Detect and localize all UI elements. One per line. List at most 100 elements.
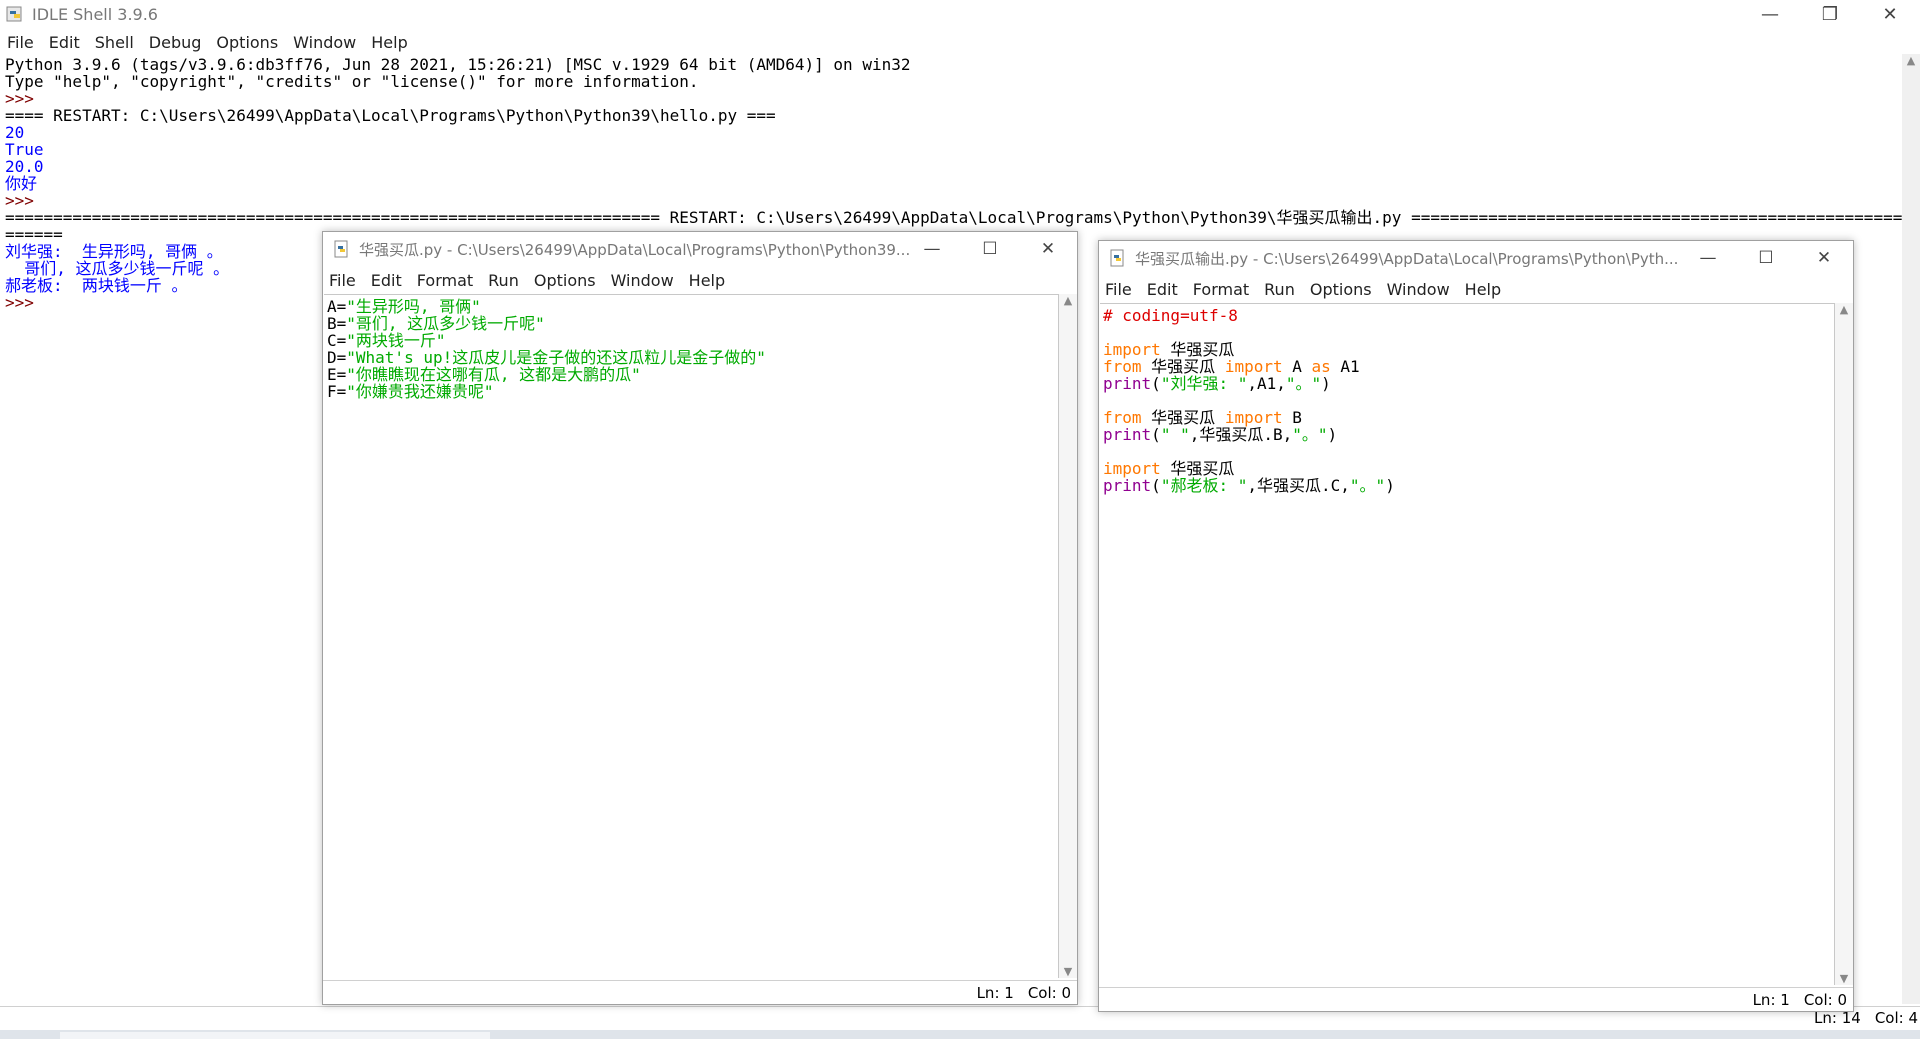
- editor2-statusbar: Ln: 1 Col: 0: [1099, 987, 1853, 1011]
- minimize-icon: —: [1699, 248, 1717, 268]
- editor-window-huaqiang[interactable]: 华强买瓜.py - C:\Users\26499\AppData\Local\P…: [322, 231, 1078, 1005]
- editor2-titlebar[interactable]: 华强买瓜输出.py - C:\Users\26499\AppData\Local…: [1099, 241, 1853, 275]
- code-line: import 华强买瓜: [1103, 460, 1395, 477]
- editor1-menu-run[interactable]: Run: [488, 271, 519, 290]
- taskbar-item[interactable]: [60, 1032, 490, 1039]
- shell-menu-options[interactable]: Options: [216, 33, 278, 52]
- code-token: ,华强买瓜.C,: [1247, 476, 1350, 495]
- code-token: "郝老板: ": [1160, 476, 1248, 495]
- code-line: from 华强买瓜 import B: [1103, 409, 1395, 426]
- code-token: "你嫌贵我还嫌贵呢": [346, 382, 494, 401]
- shell-line: Type "help", "copyright", "credits" or "…: [5, 72, 699, 91]
- code-token: ,A1,: [1247, 374, 1286, 393]
- editor1-menu-edit[interactable]: Edit: [371, 271, 402, 290]
- minimize-button[interactable]: —: [1740, 0, 1800, 28]
- shell-menu-window[interactable]: Window: [293, 33, 356, 52]
- close-icon: ✕: [1816, 248, 1832, 268]
- scroll-up-icon[interactable]: ▲: [1902, 54, 1920, 67]
- code-token: ): [1327, 425, 1338, 444]
- shell-menu-help[interactable]: Help: [371, 33, 407, 52]
- editor2-menu-window[interactable]: Window: [1387, 280, 1450, 299]
- code-line: import 华强买瓜: [1103, 341, 1395, 358]
- code-line: from 华强买瓜 import A as A1: [1103, 358, 1395, 375]
- editor2-menu-run[interactable]: Run: [1264, 280, 1295, 299]
- editor1-statusbar: Ln: 1 Col: 0: [323, 980, 1077, 1004]
- shell-menu-debug[interactable]: Debug: [149, 33, 202, 52]
- shell-scrollbar[interactable]: ▲: [1902, 54, 1920, 1004]
- editor2-menubar: File Edit Format Run Options Window Help: [1105, 277, 1516, 301]
- editor1-code[interactable]: A="生异形吗, 哥俩" B="哥们, 这瓜多少钱一斤呢" C="两块钱一斤" D="…: [327, 298, 766, 400]
- shell-menubar: File Edit Shell Debug Options Window Help: [7, 30, 423, 54]
- shell-line: 20.0: [5, 157, 44, 176]
- close-icon: ✕: [1040, 239, 1056, 259]
- editor1-menu-file[interactable]: File: [329, 271, 356, 290]
- code-line: F="你嫌贵我还嫌贵呢": [327, 383, 766, 400]
- restore-icon: ❐: [1821, 3, 1839, 25]
- editor2-maximize-button[interactable]: ☐: [1737, 241, 1795, 275]
- scroll-up-icon[interactable]: ▲: [1059, 294, 1077, 307]
- shell-title-text: IDLE Shell 3.9.6: [32, 4, 158, 24]
- editor2-menu-file[interactable]: File: [1105, 280, 1132, 299]
- editor1-menu-options[interactable]: Options: [534, 271, 596, 290]
- editor1-close-button[interactable]: ✕: [1019, 232, 1077, 266]
- editor2-menu-help[interactable]: Help: [1465, 280, 1501, 299]
- code-token: ): [1321, 374, 1331, 393]
- code-token: "刘华强: ": [1160, 374, 1248, 393]
- code-token: F=: [327, 382, 347, 401]
- shell-col-number: Col: 4: [1874, 1008, 1918, 1027]
- scroll-down-icon[interactable]: ▼: [1835, 972, 1853, 985]
- shell-menu-edit[interactable]: Edit: [49, 33, 80, 52]
- code-line: B="哥们, 这瓜多少钱一斤呢": [327, 315, 766, 332]
- editor1-title-text: 华强买瓜.py - C:\Users\26499\AppData\Local\P…: [359, 240, 911, 259]
- code-token: ,华强买瓜.B,: [1189, 425, 1293, 444]
- editor2-code[interactable]: # coding=utf-8 import 华强买瓜 from 华强买瓜 impo…: [1103, 307, 1395, 494]
- shell-menu-file[interactable]: File: [7, 33, 34, 52]
- editor1-menu-help[interactable]: Help: [689, 271, 725, 290]
- code-token: ): [1385, 476, 1395, 495]
- editor1-text-area[interactable]: A="生异形吗, 哥俩" B="哥们, 这瓜多少钱一斤呢" C="两块钱一斤" D="…: [324, 294, 1059, 978]
- shell-titlebar[interactable]: IDLE Shell 3.9.6 — ❐ ✕: [0, 0, 1920, 28]
- editor2-scrollbar[interactable]: ▲ ▼: [1835, 303, 1853, 985]
- shell-line: 你好: [5, 174, 38, 193]
- code-token: (: [1151, 374, 1161, 393]
- code-line: print("刘华强: ",A1,"。"): [1103, 375, 1395, 392]
- editor1-titlebar[interactable]: 华强买瓜.py - C:\Users\26499\AppData\Local\P…: [323, 232, 1077, 266]
- shell-menu-shell[interactable]: Shell: [95, 33, 134, 52]
- code-line: E="你瞧瞧现在这哪有瓜, 这都是大鹏的瓜": [327, 366, 766, 383]
- python-file-icon: [334, 240, 348, 258]
- editor1-maximize-button[interactable]: ☐: [961, 232, 1019, 266]
- editor2-minimize-button[interactable]: —: [1679, 241, 1737, 275]
- shell-line: >>>: [5, 191, 34, 210]
- editor2-close-button[interactable]: ✕: [1795, 241, 1853, 275]
- code-token: (: [1151, 425, 1161, 444]
- editor2-menu-edit[interactable]: Edit: [1147, 280, 1178, 299]
- scroll-up-icon[interactable]: ▲: [1835, 303, 1853, 316]
- editor-window-huaqiang-output[interactable]: 华强买瓜输出.py - C:\Users\26499\AppData\Local…: [1098, 240, 1854, 1012]
- editor2-menu-format[interactable]: Format: [1193, 280, 1249, 299]
- code-token: # coding=utf-8: [1103, 306, 1238, 325]
- editor2-title-text: 华强买瓜输出.py - C:\Users\26499\AppData\Local…: [1135, 249, 1679, 268]
- editor1-menubar: File Edit Format Run Options Window Help: [329, 268, 740, 292]
- editor2-col-number: Col: 0: [1803, 990, 1847, 1009]
- code-line: D="What's up!这瓜皮儿是金子做的还这瓜粒儿是金子做的": [327, 349, 766, 366]
- code-token: "。": [1349, 476, 1386, 495]
- editor2-menu-options[interactable]: Options: [1310, 280, 1372, 299]
- close-button[interactable]: ✕: [1860, 0, 1920, 28]
- code-token: print: [1103, 476, 1152, 495]
- code-line: C="两块钱一斤": [327, 332, 766, 349]
- minimize-icon: —: [923, 239, 941, 259]
- editor2-text-area[interactable]: # coding=utf-8 import 华强买瓜 from 华强买瓜 impo…: [1100, 303, 1835, 985]
- editor2-line-number: Ln: 1: [1752, 990, 1790, 1009]
- restore-button[interactable]: ❐: [1800, 0, 1860, 28]
- maximize-icon: ☐: [982, 239, 998, 259]
- editor1-menu-window[interactable]: Window: [611, 271, 674, 290]
- scroll-down-icon[interactable]: ▼: [1059, 965, 1077, 978]
- editor1-menu-format[interactable]: Format: [417, 271, 473, 290]
- editor1-scrollbar[interactable]: ▲ ▼: [1059, 294, 1077, 978]
- taskbar: [0, 1030, 1920, 1039]
- code-token: A1: [1330, 357, 1360, 376]
- editor1-minimize-button[interactable]: —: [903, 232, 961, 266]
- code-token: " ": [1160, 425, 1190, 444]
